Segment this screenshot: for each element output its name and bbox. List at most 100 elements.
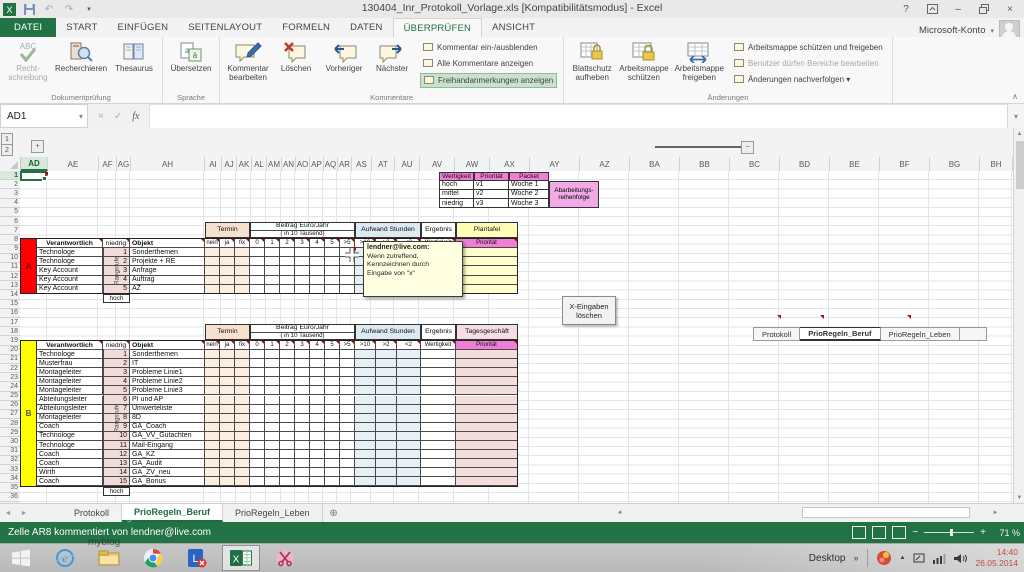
table-cell[interactable]: GA_ZV_neu [130,468,205,477]
table-cell[interactable] [295,276,310,285]
table-cell[interactable] [250,450,265,459]
row-header-36[interactable]: 36 [0,493,20,502]
table-cell[interactable] [265,450,280,459]
table-cell[interactable] [295,257,310,266]
outline-collapse-icon[interactable]: − [741,141,754,154]
table-cell[interactable] [280,377,295,386]
small-button[interactable]: Alle Kommentare anzeigen [420,57,557,70]
table-cell[interactable] [310,432,325,441]
edit-comment-button[interactable]: Kommentarbearbeiten [224,39,272,84]
table-cell[interactable] [295,459,310,468]
table-cell[interactable] [265,257,280,266]
table-cell[interactable] [295,266,310,275]
table-cell[interactable] [250,248,265,257]
small-button[interactable]: Arbeitsmappe schützen und freigeben [731,41,886,54]
tab-einfügen[interactable]: EINFÜGEN [108,18,179,37]
table-column-header[interactable]: 2 [280,238,295,248]
unprotect-sheet-button[interactable]: Blattschutzaufheben [568,39,616,84]
small-button[interactable]: Benutzer dürfen Bereiche bearbeiten [731,57,886,70]
table-cell[interactable] [250,459,265,468]
table-cell[interactable] [295,405,310,414]
row-header-19[interactable]: 19 [0,336,20,345]
page-layout-view-icon[interactable] [872,526,886,539]
table-cell[interactable] [220,441,235,450]
insert-function-icon[interactable]: fx [132,111,139,122]
table-cell[interactable] [280,276,295,285]
table-cell[interactable] [355,468,376,477]
table-cell[interactable] [205,285,220,294]
table-cell[interactable] [265,248,280,257]
table-cell[interactable] [355,423,376,432]
table-cell[interactable]: 9 [103,423,130,432]
table-cell[interactable] [280,423,295,432]
table-cell[interactable] [295,350,310,359]
table-cell[interactable]: Probleme Linie1 [130,368,205,377]
table-column-header[interactable]: ja [220,340,235,350]
table-cell[interactable] [325,285,340,294]
table-cell[interactable]: 1 [103,248,130,257]
table-cell[interactable] [397,441,421,450]
column-header-BG[interactable]: BG [930,157,980,171]
table-cell[interactable] [355,477,376,486]
row-header-13[interactable]: 13 [0,281,20,290]
table-cell[interactable]: Key Account [37,285,103,294]
lookup-cell[interactable]: v3 [474,199,509,208]
row-header-3[interactable]: 3 [0,189,20,198]
row-header-26[interactable]: 26 [0,401,20,410]
table-cell[interactable] [250,257,265,266]
table-cell[interactable] [295,477,310,486]
taskbar-icon-start[interactable] [2,545,40,571]
row-header-11[interactable]: 11 [0,263,20,272]
scroll-up-icon[interactable]: ▲ [1014,128,1024,139]
row-header-15[interactable]: 15 [0,300,20,309]
table-cell[interactable] [220,368,235,377]
table-cell[interactable] [280,468,295,477]
table-cell[interactable] [310,423,325,432]
table-cell[interactable] [325,377,340,386]
table-cell[interactable] [220,386,235,395]
table-cell[interactable] [421,477,456,486]
table-cell[interactable]: Sonderthemen [130,248,205,257]
table-cell[interactable] [340,477,355,486]
table-cell[interactable] [325,386,340,395]
table-cell[interactable] [340,276,355,285]
table-cell[interactable] [280,441,295,450]
table-cell[interactable] [310,350,325,359]
next-comment-button[interactable]: Nächster [368,39,416,75]
table-cell[interactable] [280,359,295,368]
horizontal-scrollbar[interactable]: ◄ ► [612,506,1004,519]
lookup-cell[interactable]: v2 [474,190,509,199]
row-header-4[interactable]: 4 [0,199,20,208]
table-cell[interactable] [456,441,518,450]
table-cell[interactable] [325,477,340,486]
table-cell[interactable] [220,266,235,275]
column-header-AK[interactable]: AK [237,157,252,171]
table-cell[interactable] [295,396,310,405]
add-sheet-icon[interactable]: ⊕ [323,504,345,522]
table-column-header[interactable]: >5 [340,340,355,350]
tab-datei[interactable]: DATEI [0,18,56,37]
table-cell[interactable] [250,266,265,275]
table-cell[interactable] [295,377,310,386]
table-cell[interactable] [376,450,397,459]
sheet-tab-prioregeln_beruf[interactable]: PrioRegeln_Beruf [122,504,223,522]
column-header-AT[interactable]: AT [372,157,395,171]
table-cell[interactable] [340,459,355,468]
table-cell[interactable] [325,459,340,468]
table-cell[interactable]: Probleme Linie3 [130,386,205,395]
row-header-1[interactable]: 1 [0,171,20,180]
table-cell[interactable] [280,432,295,441]
table-cell[interactable]: 8D [130,414,205,423]
column-header-AE[interactable]: AE [48,157,99,171]
table-cell[interactable] [397,468,421,477]
table-cell[interactable] [456,368,518,377]
table-column-header[interactable]: nein [205,340,220,350]
table-cell[interactable] [295,248,310,257]
table-cell[interactable] [220,423,235,432]
table-cell[interactable] [235,405,250,414]
table-column-header[interactable]: Objekt [130,238,205,248]
scroll-left-icon[interactable]: ◄ [614,507,625,518]
table-cell[interactable] [456,414,518,423]
table-cell[interactable] [456,468,518,477]
table-cell[interactable] [295,285,310,294]
